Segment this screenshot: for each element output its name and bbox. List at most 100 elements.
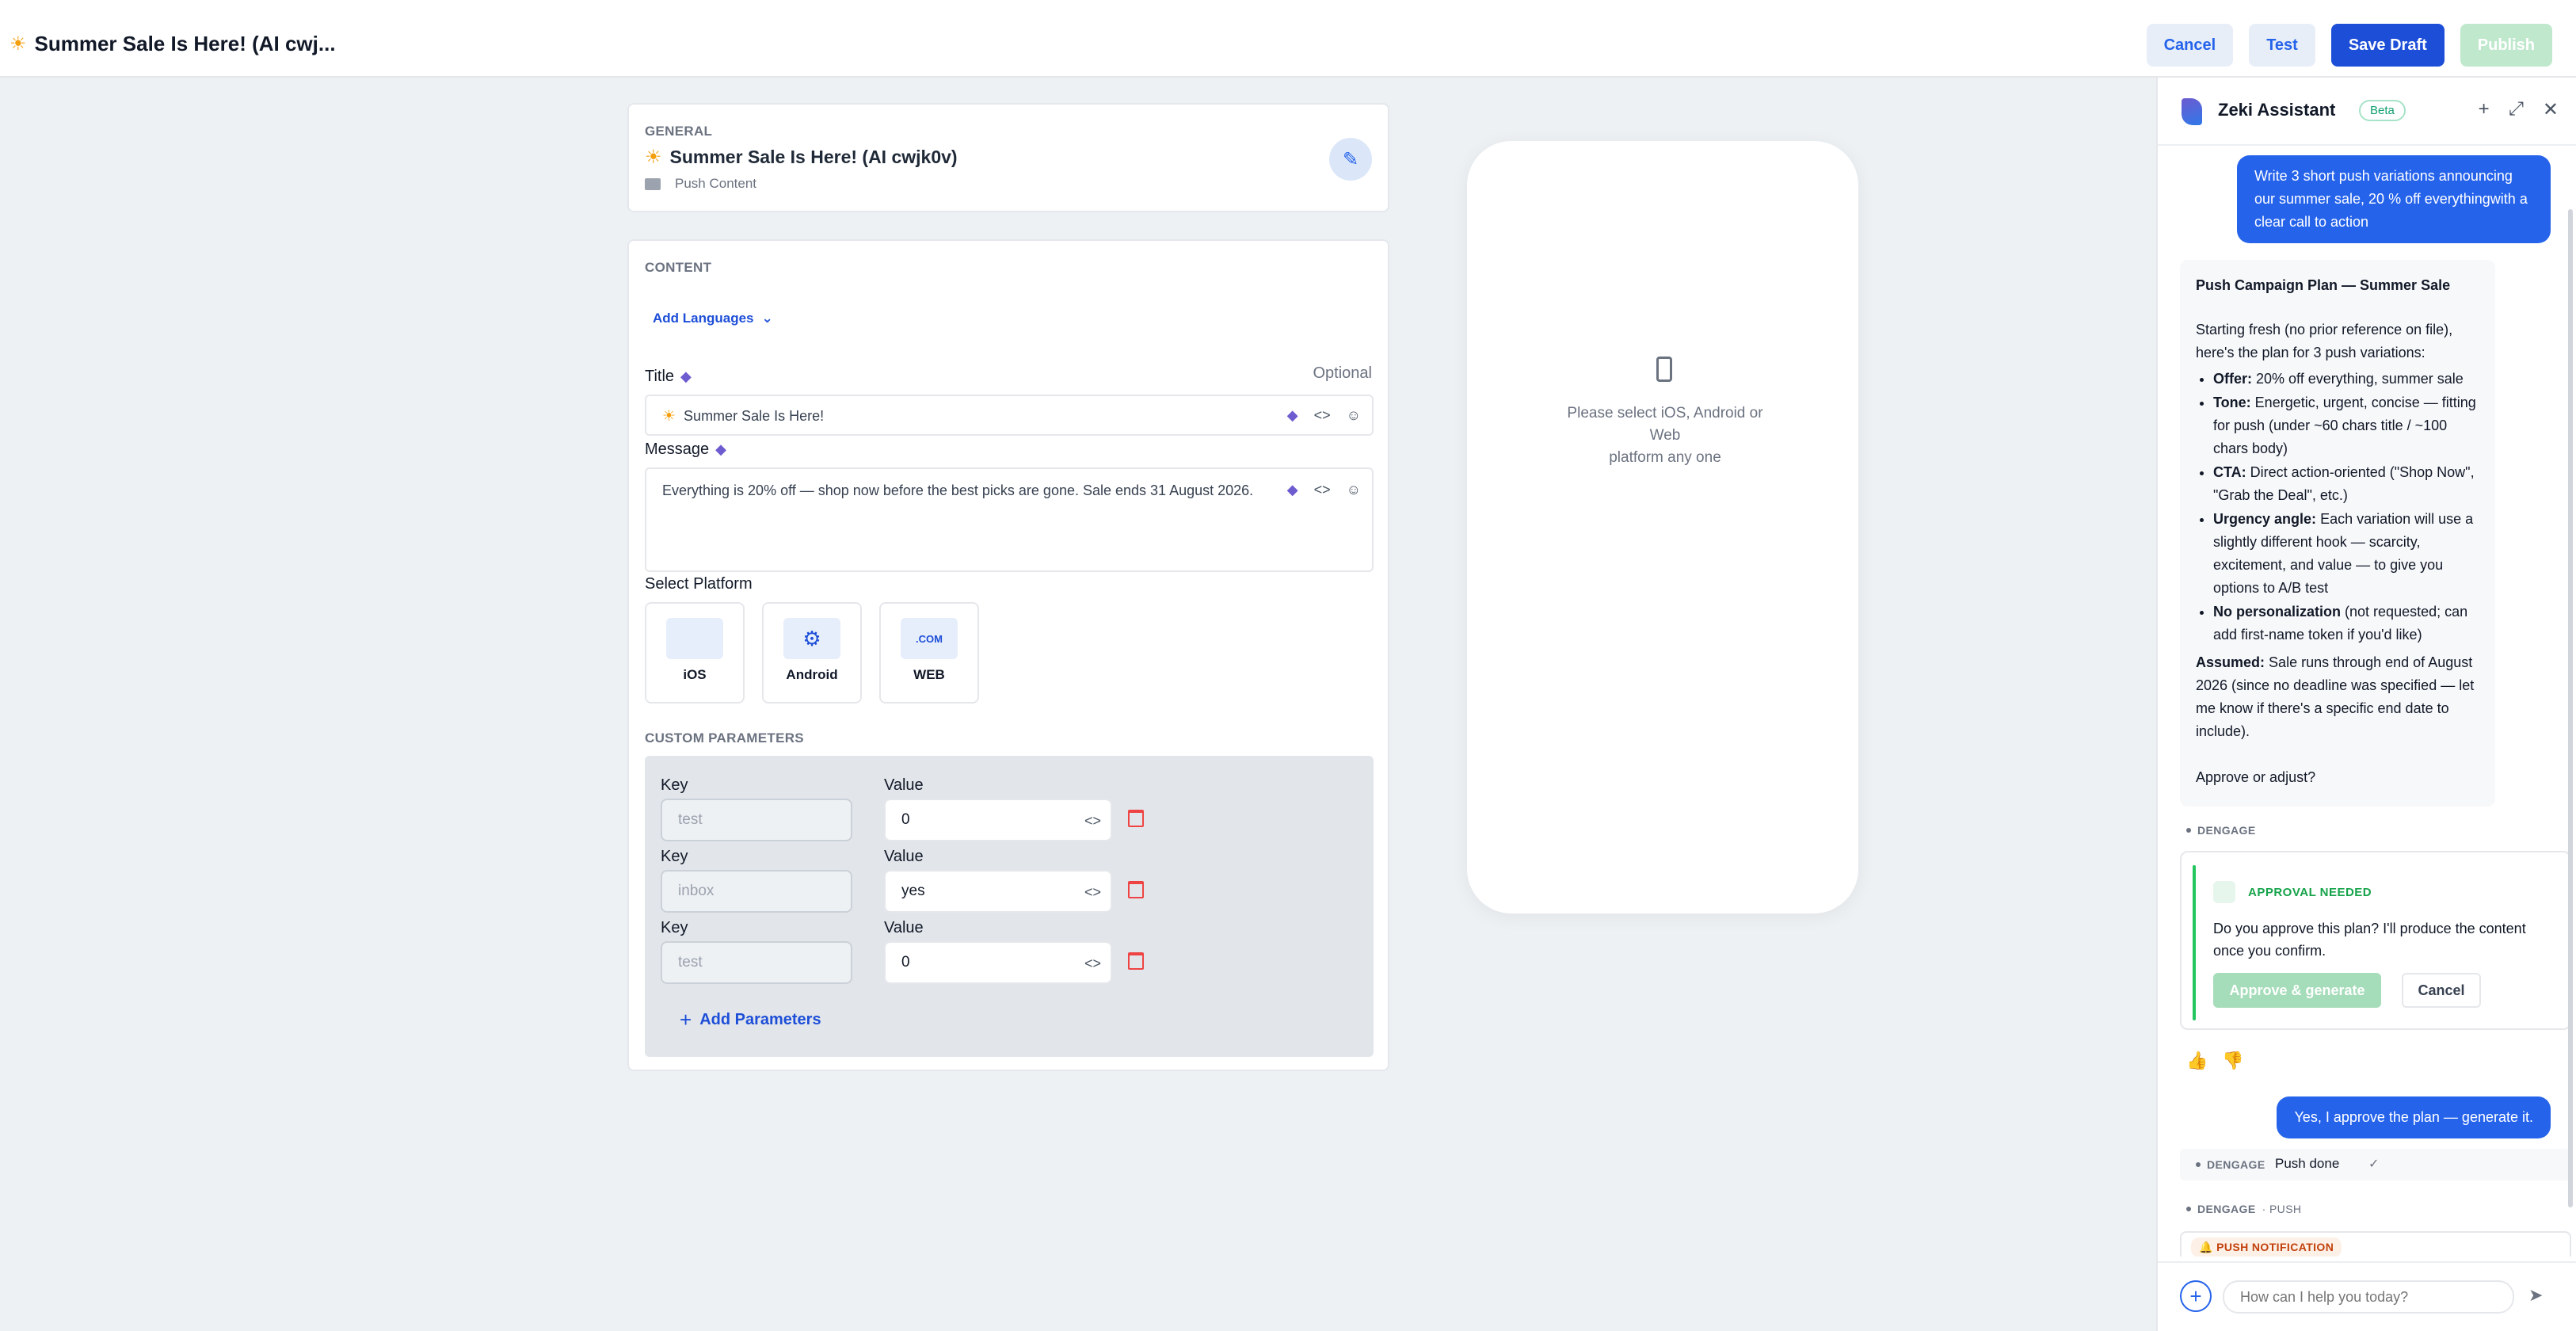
- parameter-row: Key Value inbox yes <>: [661, 848, 1358, 919]
- plan-list: Offer: 20% off everything, summer sale T…: [2213, 368, 2479, 646]
- dengage-tag-text: DENGAGE: [2197, 824, 2256, 837]
- preview-message-line: Please select iOS, Android or: [1567, 405, 1763, 421]
- approval-header: APPROVAL NEEDED: [2213, 881, 2372, 903]
- general-card: GENERAL ☀ Summer Sale Is Here! (AI cwjk0…: [627, 103, 1389, 212]
- dengage-tag: DENGAGE: [2186, 824, 2256, 837]
- ai-sparkle-icon[interactable]: ◆: [680, 368, 692, 385]
- close-icon[interactable]: ✕: [2543, 98, 2559, 121]
- android-icon: ⚙: [783, 618, 840, 659]
- plan-item: CTA: Direct action-oriented ("Shop Now",…: [2213, 461, 2479, 507]
- chat-thread: Write 3 short push variations announcing…: [2158, 147, 2576, 1257]
- attach-plus-icon[interactable]: +: [2180, 1280, 2212, 1312]
- delete-icon[interactable]: [1128, 881, 1144, 898]
- test-button[interactable]: Test: [2249, 24, 2315, 67]
- delete-icon[interactable]: [1128, 810, 1144, 827]
- plan-item-label: Tone:: [2213, 395, 2251, 410]
- emoji-icon[interactable]: ☺: [1347, 407, 1361, 424]
- save-draft-button[interactable]: Save Draft: [2330, 24, 2445, 67]
- send-icon[interactable]: ➤: [2528, 1285, 2543, 1306]
- custom-parameters-panel: Key Value test 0 <> Key Value inbox yes …: [645, 756, 1374, 1057]
- dot-icon: [2186, 1207, 2191, 1211]
- plan-item-label: No personalization: [2213, 604, 2342, 620]
- add-languages-button[interactable]: Add Languages ⌄: [653, 311, 773, 326]
- parameter-row: Key Value test 0 <>: [661, 776, 1358, 848]
- key-label: Key: [661, 776, 688, 794]
- plan-item-text: Energetic, urgent, concise — fitting for…: [2213, 395, 2476, 456]
- emoji-icon[interactable]: ☺: [1347, 482, 1361, 498]
- chat-scrollbar[interactable]: [2568, 209, 2573, 1207]
- platform-list: iOS ⚙ Android .COM WEB: [645, 602, 979, 704]
- title-label-text: Title: [645, 368, 675, 385]
- title-label: Title ◆: [645, 368, 692, 386]
- push-notification-badge: 🔔 PUSH NOTIFICATION: [2191, 1238, 2342, 1257]
- key-input[interactable]: test: [661, 941, 852, 984]
- approval-cancel-button[interactable]: Cancel: [2402, 973, 2481, 1008]
- folder-icon: [645, 177, 661, 190]
- delete-icon[interactable]: [1128, 952, 1144, 970]
- value-input[interactable]: yes: [884, 870, 1112, 913]
- page-title-text: Summer Sale Is Here! (AI cwj...: [34, 32, 336, 55]
- ai-sparkle-icon[interactable]: ◆: [1287, 407, 1298, 424]
- thumbs-down-icon[interactable]: 👎: [2222, 1051, 2243, 1071]
- plan-assumed: Assumed: Sale runs through end of August…: [2196, 651, 2479, 743]
- edit-button[interactable]: ✎: [1329, 138, 1372, 181]
- cancel-button[interactable]: Cancel: [2146, 24, 2234, 67]
- folder-path: Push Content: [645, 176, 756, 192]
- value-input[interactable]: 0: [884, 941, 1112, 984]
- add-parameters-label: Add Parameters: [699, 1011, 821, 1028]
- assistant-tools: + ⤢ ✕: [2479, 98, 2559, 121]
- add-parameters-button[interactable]: + Add Parameters: [680, 1008, 821, 1032]
- dengage-tag-text: DENGAGE: [2197, 1203, 2256, 1215]
- expand-icon[interactable]: ⤢: [2509, 98, 2524, 121]
- code-icon[interactable]: <>: [1084, 813, 1101, 829]
- value-label: Value: [884, 776, 924, 794]
- plan-item: Urgency angle: Each variation will use a…: [2213, 508, 2479, 600]
- dot-icon: [2186, 828, 2191, 833]
- message-input[interactable]: Everything is 20% off — shop now before …: [645, 467, 1374, 572]
- approval-question: Do you approve this plan? I'll produce t…: [2213, 921, 2526, 959]
- bell-icon: 🔔: [2199, 1241, 2213, 1253]
- folder-name: Push Content: [675, 176, 757, 191]
- new-chat-icon[interactable]: +: [2479, 98, 2490, 121]
- plan-item-label: Urgency angle:: [2213, 511, 2317, 527]
- dot-icon: [2196, 1162, 2201, 1167]
- add-languages-label: Add Languages: [653, 311, 754, 326]
- custom-parameters-label: CUSTOM PARAMETERS: [645, 730, 804, 746]
- preview-message-line: Web: [1649, 427, 1681, 444]
- title-input[interactable]: ☀ Summer Sale Is Here! ◆ <> ☺: [645, 395, 1374, 436]
- ai-sparkle-icon[interactable]: ◆: [1287, 482, 1298, 498]
- plan-item-label: Offer:: [2213, 371, 2252, 387]
- platform-android[interactable]: ⚙ Android: [762, 602, 862, 704]
- assumed-label: Assumed:: [2196, 654, 2265, 670]
- thumbs-up-icon[interactable]: 👍: [2186, 1051, 2208, 1071]
- beta-badge: Beta: [2359, 100, 2406, 121]
- code-icon[interactable]: <>: [1084, 884, 1101, 901]
- approve-generate-button[interactable]: Approve & generate: [2213, 973, 2381, 1008]
- user-message: Write 3 short push variations announcing…: [2237, 155, 2551, 243]
- key-input[interactable]: inbox: [661, 870, 852, 913]
- chat-input[interactable]: [2223, 1280, 2514, 1314]
- zeki-logo-icon: [2182, 98, 2202, 125]
- approval-accent: [2193, 865, 2196, 1020]
- code-icon[interactable]: <>: [1314, 482, 1331, 498]
- platform-ios[interactable]: iOS: [645, 602, 745, 704]
- push-done-row: DENGAGE Push done ✓: [2180, 1149, 2571, 1180]
- platform-web[interactable]: .COM WEB: [879, 602, 979, 704]
- dengage-tag: DENGAGE: [2196, 1158, 2265, 1171]
- code-icon[interactable]: <>: [1314, 407, 1331, 424]
- plan-item-label: CTA:: [2213, 464, 2246, 480]
- dengage-tag-text: DENGAGE: [2207, 1158, 2265, 1171]
- plan-item: Tone: Energetic, urgent, concise — fitti…: [2213, 391, 2479, 460]
- code-icon[interactable]: <>: [1084, 955, 1101, 972]
- value-input[interactable]: 0: [884, 799, 1112, 841]
- preview-message-line: platform any one: [1609, 449, 1721, 466]
- key-label: Key: [661, 848, 688, 865]
- parameter-row: Key Value test 0 <>: [661, 919, 1358, 990]
- content-card: CONTENT Add Languages ⌄ Title ◆ Optional…: [627, 239, 1389, 1071]
- ai-sparkle-icon[interactable]: ◆: [715, 441, 726, 458]
- user-message: Yes, I approve the plan — generate it.: [2277, 1096, 2551, 1138]
- top-bar: ☀ Summer Sale Is Here! (AI cwj... Cancel…: [0, 0, 2576, 78]
- key-input[interactable]: test: [661, 799, 852, 841]
- push-notification-label: PUSH NOTIFICATION: [2216, 1241, 2334, 1253]
- publish-button[interactable]: Publish: [2460, 24, 2552, 67]
